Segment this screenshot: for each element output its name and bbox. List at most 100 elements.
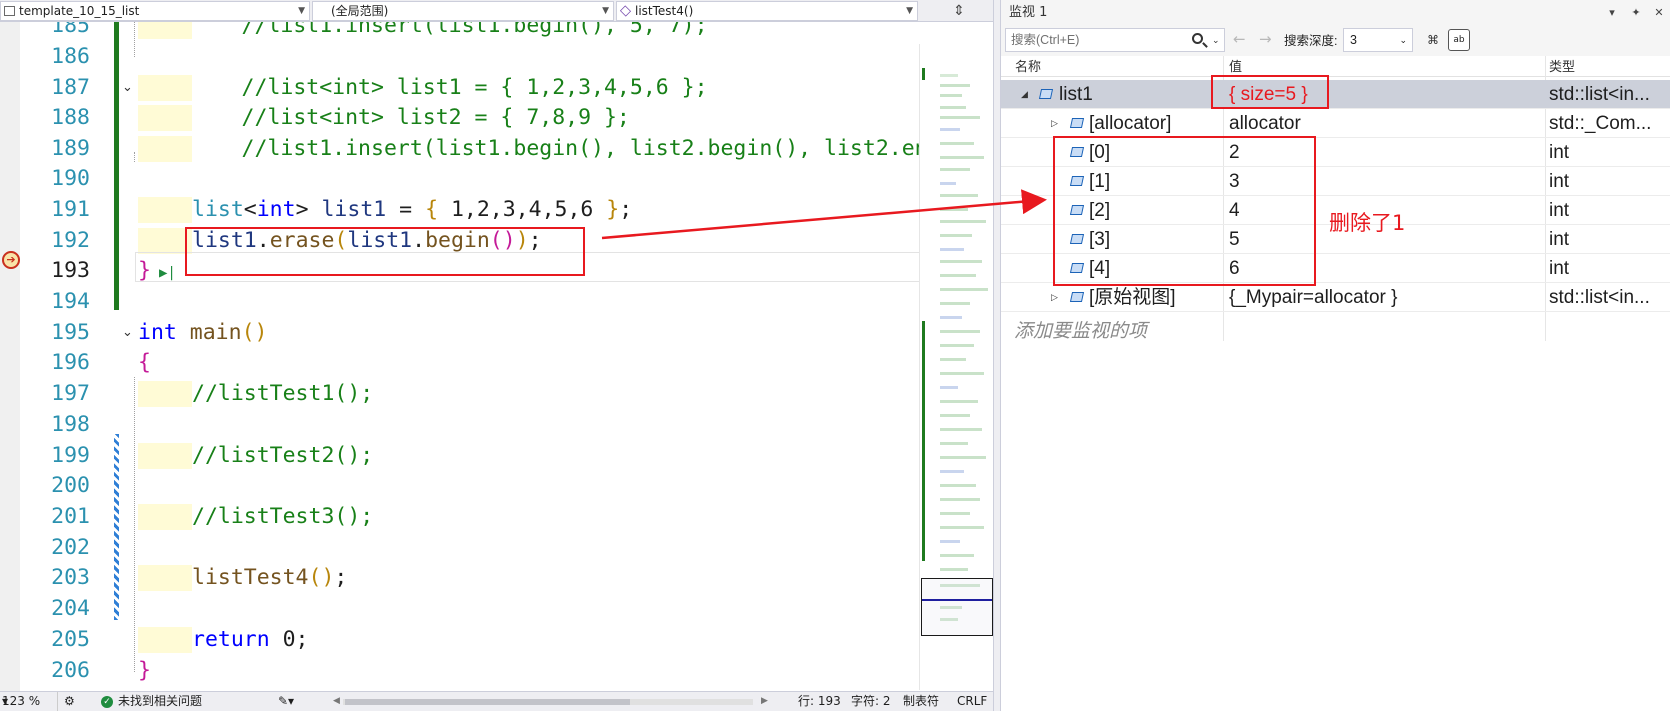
variable-icon <box>1070 290 1084 303</box>
code-line-191[interactable]: list<int> list1 = { 1,2,3,4,5,6 }; <box>192 194 632 225</box>
line-number: 187 <box>51 75 90 100</box>
add-watch-item[interactable]: 添加要监视的项 <box>1014 316 1147 343</box>
watch-toolbar: 搜索(Ctrl+E) ⌄ ← → 搜索深度: 3 ⌄ ⌘ ab <box>1001 26 1670 56</box>
code-line-193[interactable]: } ▶| <box>138 255 176 286</box>
char-indicator[interactable]: 字符: 2 <box>851 692 891 711</box>
annotation-note: 删除了1 <box>1329 211 1406 235</box>
watch-value[interactable]: {_Mypair=allocator } <box>1229 283 1397 312</box>
minimap-line <box>940 302 970 305</box>
minimap-line <box>940 94 962 97</box>
code-token: ; <box>334 565 348 590</box>
collapse-chevron-icon[interactable]: ⌄ <box>122 72 134 103</box>
watch-value[interactable]: allocator <box>1229 109 1301 138</box>
close-icon[interactable]: ✕ <box>1648 0 1670 26</box>
code-line-206[interactable]: } <box>138 655 151 686</box>
watch-type: int <box>1549 142 1570 163</box>
minimap-line <box>940 512 970 515</box>
function-combo[interactable]: listTest4() ▼ <box>616 1 918 21</box>
code-line-188[interactable]: //list<int> list2 = { 7,8,9 }; <box>138 102 630 133</box>
code-token: 0; <box>269 627 309 652</box>
eol-indicator[interactable]: CRLF <box>957 692 987 711</box>
git-icon[interactable]: ⚙ <box>64 692 75 711</box>
expand-triangle-icon[interactable]: ▷ <box>1051 109 1058 138</box>
watch-name: [原始视图] <box>1089 287 1176 308</box>
code-line-205[interactable]: return 0; <box>192 624 309 655</box>
line-indicator[interactable]: 行: 193 <box>798 692 841 711</box>
chevron-down-icon: ⌄ <box>1399 35 1407 45</box>
indicator-margin[interactable]: ➔ <box>0 22 20 691</box>
code-line-196[interactable]: { <box>138 347 151 378</box>
scope-combo[interactable]: (全局范围) ▼ <box>312 1 614 21</box>
code-line-201[interactable]: //listTest3(); <box>192 501 373 532</box>
dropdown-icon[interactable]: ▾ <box>1601 0 1623 26</box>
code-line-197[interactable]: //listTest1(); <box>192 378 373 409</box>
code-editor[interactable]: ➔ 185 186 187 188 189 190 191 192 193 19… <box>0 22 993 691</box>
line-number: 186 <box>51 44 90 69</box>
code-line-195[interactable]: int main() <box>138 317 267 348</box>
watch-row-list1[interactable]: ◢ list1 { size=5 } std::list<in... <box>1001 80 1670 109</box>
collapse-chevron-icon[interactable]: ⌄ <box>122 317 134 348</box>
pin-source-icon[interactable]: ⌘ <box>1423 30 1443 50</box>
scroll-left-arrow-icon[interactable]: ◀ <box>333 692 340 711</box>
zoom-combo[interactable]: 123 % ▾ <box>0 692 58 711</box>
line-number: 192 <box>51 228 90 253</box>
indent-highlight <box>138 197 192 223</box>
hex-display-icon[interactable]: ab <box>1448 29 1470 51</box>
chevron-down-icon[interactable]: ⌄ <box>1212 29 1220 51</box>
tabs-indicator[interactable]: 制表符 <box>903 692 939 711</box>
issues-status[interactable]: 未找到相关问题 <box>118 692 202 711</box>
forward-arrow-icon[interactable]: → <box>1259 30 1272 48</box>
minimap-line <box>940 274 976 277</box>
expand-triangle-icon[interactable]: ▷ <box>1051 283 1058 312</box>
code-minimap[interactable]: ▼ <box>919 44 993 690</box>
brush-icon[interactable]: ✎▾ <box>278 692 294 711</box>
pin-icon[interactable]: ✦ <box>1625 0 1647 26</box>
watch-type: int <box>1549 200 1570 221</box>
minimap-line <box>940 568 968 571</box>
panel-splitter[interactable] <box>993 0 1001 711</box>
line-number: 203 <box>51 565 90 590</box>
run-to-click-icon[interactable]: ▶| <box>159 265 176 281</box>
code-line-187[interactable]: //list<int> list1 = { 1,2,3,4,5,6 }; <box>138 72 708 103</box>
code-token: ( <box>308 565 322 590</box>
minimap-line <box>940 142 974 145</box>
minimap-line <box>940 316 962 319</box>
watch-row-allocator[interactable]: ▷ [allocator] allocator std::_Com... <box>1001 109 1670 138</box>
search-input[interactable]: 搜索(Ctrl+E) ⌄ <box>1005 28 1225 52</box>
code-token: ) <box>321 565 335 590</box>
watch-row-raw-view[interactable]: ▷ [原始视图] {_Mypair=allocator } std::list<… <box>1001 283 1670 312</box>
code-line-199[interactable]: //listTest2(); <box>192 440 373 471</box>
scope-name: (全局范围) <box>331 4 389 18</box>
collapse-triangle-icon[interactable]: ◢ <box>1021 80 1028 109</box>
minimap-line <box>940 386 958 389</box>
indent-guide <box>134 22 135 57</box>
minimap-line <box>940 168 970 171</box>
scroll-thumb[interactable] <box>345 699 630 705</box>
watch-name: [allocator] <box>1089 113 1172 134</box>
search-depth-select[interactable]: 3 ⌄ <box>1343 28 1413 52</box>
annotation-box-erase <box>185 227 585 276</box>
minimap-line <box>940 208 968 211</box>
column-value-header[interactable]: 值 <box>1229 56 1242 77</box>
indent-guide <box>134 152 135 162</box>
search-depth-value: 3 <box>1350 33 1357 47</box>
scroll-right-arrow-icon[interactable]: ▶ <box>761 692 768 711</box>
minimap-line <box>940 428 982 431</box>
line-number-current: 193 <box>51 258 90 283</box>
code-line-185[interactable]: //list1.insert(list1.begin(), 5, 7); <box>138 22 708 41</box>
code-line-189[interactable]: //list1.insert(list1.begin(), list2.begi… <box>138 133 941 164</box>
project-combo[interactable]: template_10_15_list ▼ <box>0 1 310 21</box>
search-icon[interactable] <box>1192 33 1203 44</box>
check-circle-icon: ✓ <box>101 696 113 708</box>
split-window-icon[interactable]: ⇕ <box>946 1 972 21</box>
column-name-header[interactable]: 名称 <box>1015 56 1041 77</box>
column-type-header[interactable]: 类型 <box>1549 56 1575 77</box>
horizontal-scrollbar[interactable]: ◀ ▶ <box>333 696 768 707</box>
line-number: 190 <box>51 166 90 191</box>
code-line-203[interactable]: listTest4(); <box>192 562 347 593</box>
back-arrow-icon[interactable]: ← <box>1233 30 1246 48</box>
chevron-down-icon: ▼ <box>298 6 305 16</box>
minimap-line <box>940 358 966 361</box>
minimap-viewport[interactable] <box>921 578 993 636</box>
